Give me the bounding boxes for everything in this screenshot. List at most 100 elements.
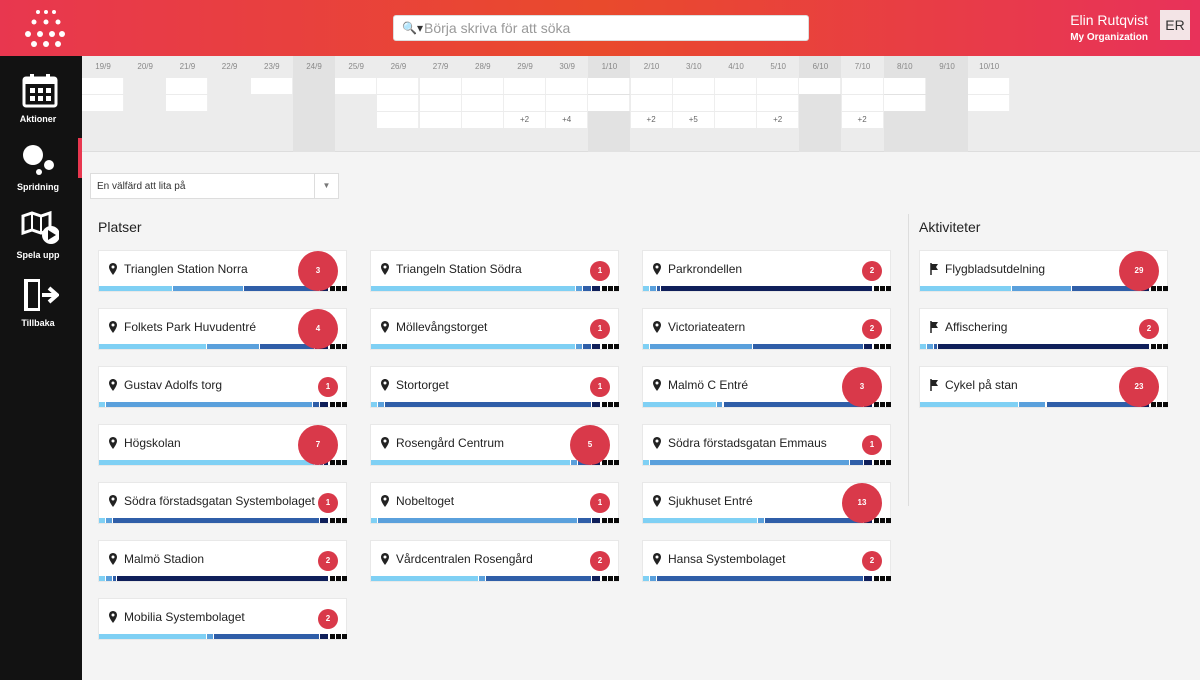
- timeline-day[interactable]: 10/10: [968, 56, 1011, 152]
- timeline-more-count[interactable]: +2: [630, 112, 673, 128]
- timeline-event[interactable]: [672, 78, 715, 94]
- timeline-event[interactable]: [630, 95, 673, 111]
- timeline-day[interactable]: 7/10 +2: [841, 56, 884, 152]
- timeline-day[interactable]: 9/10: [926, 56, 968, 152]
- nav-item-spela-upp[interactable]: Spela upp: [0, 200, 82, 266]
- timeline-more-count[interactable]: +2: [504, 112, 546, 128]
- timeline-event[interactable]: [82, 95, 124, 111]
- timeline-event[interactable]: [630, 78, 673, 94]
- timeline-day[interactable]: 19/9: [82, 56, 124, 152]
- place-card[interactable]: Malmö Stadion 2: [98, 540, 347, 582]
- place-card[interactable]: Högskolan 7: [98, 424, 347, 466]
- timeline-day[interactable]: 23/9: [250, 56, 293, 152]
- timeline-event[interactable]: [461, 95, 504, 111]
- place-card[interactable]: Mobilia Systembolaget 2: [98, 598, 347, 640]
- timeline-event[interactable]: [715, 112, 757, 128]
- timeline-event[interactable]: [546, 78, 589, 94]
- timeline-day[interactable]: 22/9: [209, 56, 251, 152]
- timeline-event[interactable]: [968, 78, 1011, 94]
- timeline-event[interactable]: [419, 112, 462, 128]
- timeline-event[interactable]: [504, 95, 546, 111]
- timeline-event[interactable]: [841, 95, 884, 111]
- timeline-more-count[interactable]: +2: [757, 112, 800, 128]
- place-card[interactable]: Gustav Adolfs torg 1: [98, 366, 347, 408]
- timeline-day[interactable]: 3/10 +5: [672, 56, 715, 152]
- place-card[interactable]: Stortorget 1: [370, 366, 619, 408]
- timeline-event[interactable]: [377, 78, 420, 94]
- place-card[interactable]: Södra förstadsgatan Emmaus 1: [642, 424, 891, 466]
- timeline-event[interactable]: [377, 112, 420, 128]
- timeline-day[interactable]: 27/9: [419, 56, 462, 152]
- timeline-day[interactable]: 26/9: [377, 56, 420, 152]
- timeline-day[interactable]: 8/10: [883, 56, 926, 152]
- timeline-event[interactable]: [546, 95, 589, 111]
- timeline-day[interactable]: 21/9: [166, 56, 209, 152]
- timeline-event[interactable]: [419, 95, 462, 111]
- timeline-event[interactable]: [841, 78, 884, 94]
- timeline-event[interactable]: [715, 78, 757, 94]
- timeline-event[interactable]: [757, 78, 800, 94]
- nav-item-tillbaka[interactable]: Tillbaka: [0, 268, 82, 334]
- place-card[interactable]: Södra förstadsgatan Systembolaget 1: [98, 482, 347, 524]
- app-logo[interactable]: [22, 8, 66, 48]
- timeline-event[interactable]: [166, 95, 209, 111]
- place-card[interactable]: Vårdcentralen Rosengård 2: [370, 540, 619, 582]
- timeline-event[interactable]: [757, 95, 800, 111]
- timeline-event[interactable]: [335, 78, 378, 94]
- place-card[interactable]: Parkrondellen 2: [642, 250, 891, 292]
- timeline-day[interactable]: 6/10: [799, 56, 842, 152]
- timeline-event[interactable]: [672, 95, 715, 111]
- place-card[interactable]: Hansa Systembolaget 2: [642, 540, 891, 582]
- place-card[interactable]: Flygbladsutdelning 29: [919, 250, 1168, 292]
- place-card[interactable]: Trianglen Station Norra 3: [98, 250, 347, 292]
- timeline-day[interactable]: 20/9: [124, 56, 166, 152]
- timeline-event[interactable]: [419, 78, 462, 94]
- user-info[interactable]: Elin Rutqvist My Organization: [1070, 12, 1148, 43]
- timeline-more-count[interactable]: +5: [672, 112, 715, 128]
- nav-item-aktioner[interactable]: Aktioner: [0, 64, 82, 130]
- timeline-event[interactable]: [82, 78, 124, 94]
- timeline-event[interactable]: [461, 78, 504, 94]
- timeline-day[interactable]: 29/9 +2: [504, 56, 546, 152]
- chevron-down-icon[interactable]: ▼: [314, 174, 338, 198]
- place-card[interactable]: Victoriateatern 2: [642, 308, 891, 350]
- timeline-event[interactable]: [504, 78, 546, 94]
- timeline-day[interactable]: 28/9: [461, 56, 504, 152]
- timeline-event[interactable]: [377, 95, 420, 111]
- place-card[interactable]: Malmö C Entré 3: [642, 366, 891, 408]
- search-input[interactable]: [424, 17, 804, 39]
- timeline-event[interactable]: [250, 78, 293, 94]
- timeline-event[interactable]: [799, 78, 842, 94]
- timeline-event[interactable]: [883, 95, 926, 111]
- timeline-day[interactable]: 24/9: [293, 56, 335, 152]
- timeline-day[interactable]: 2/10 +2: [630, 56, 673, 152]
- timeline[interactable]: 19/9 20/9 21/9 22/9 23/9 24/9 25/9 26/9 27/9 28/9…: [82, 56, 1200, 152]
- timeline-event[interactable]: [588, 78, 631, 94]
- search-box[interactable]: 🔍▾: [393, 15, 809, 41]
- place-card[interactable]: Rosengård Centrum 5: [370, 424, 619, 466]
- timeline-event[interactable]: [968, 95, 1011, 111]
- timeline-day[interactable]: 5/10 +2: [757, 56, 800, 152]
- timeline-event[interactable]: [588, 95, 631, 111]
- place-card[interactable]: Möllevångstorget 1: [370, 308, 619, 350]
- timeline-event[interactable]: [166, 78, 209, 94]
- place-card[interactable]: Sjukhuset Entré 13: [642, 482, 891, 524]
- timeline-more-count[interactable]: +2: [841, 112, 884, 128]
- place-card[interactable]: Triangeln Station Södra 1: [370, 250, 619, 292]
- avatar[interactable]: ER: [1160, 10, 1190, 40]
- place-card[interactable]: Nobeltoget 1: [370, 482, 619, 524]
- timeline-more-count[interactable]: +4: [546, 112, 589, 128]
- timeline-event[interactable]: [715, 95, 757, 111]
- timeline-day[interactable]: 30/9 +4: [546, 56, 589, 152]
- place-card[interactable]: Folkets Park Huvudentré 4: [98, 308, 347, 350]
- campaign-select[interactable]: En välfärd att lita på ▼: [90, 173, 339, 199]
- nav-item-spridning[interactable]: Spridning: [0, 132, 82, 198]
- timeline-event[interactable]: [883, 78, 926, 94]
- place-card[interactable]: Affischering 2: [919, 308, 1168, 350]
- timeline-event[interactable]: [461, 112, 504, 128]
- timeline-day[interactable]: 1/10: [588, 56, 631, 152]
- search-icon[interactable]: 🔍▾: [402, 21, 423, 35]
- timeline-day[interactable]: 4/10: [715, 56, 757, 152]
- timeline-day[interactable]: 25/9: [335, 56, 378, 152]
- place-card[interactable]: Cykel på stan 23: [919, 366, 1168, 408]
